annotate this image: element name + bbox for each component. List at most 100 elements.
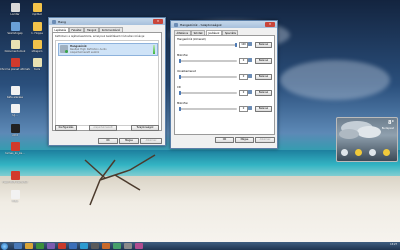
desktop-icon-image [10,86,20,95]
slider-thumb[interactable] [179,106,181,111]
mute-speaker-icon[interactable] [248,90,252,94]
desktop-icon-image [10,104,20,113]
title-bar[interactable]: Hang ✕ [49,18,165,25]
slider-thumb[interactable] [179,74,181,79]
desktop-icon[interactable]: cmd [0,124,30,137]
desktop-icon-label: mp3bol [32,13,42,16]
apply-button[interactable]: Alkalmaz [255,137,275,143]
level-slider[interactable] [179,92,237,94]
taskbar-app-button[interactable] [14,243,22,249]
desktop-icon[interactable]: Hiba [0,190,30,203]
mute-speaker-icon[interactable] [248,42,252,46]
taskbar-app-button[interactable] [80,243,88,249]
sound-dialog: Hang ✕ Lejátszás Felvétel Hangok Kommuni… [48,17,166,146]
desktop-icon-image [10,58,20,67]
desktop-icon[interactable]: Új... [0,104,30,117]
weather-gadget[interactable]: 8° Budapest [336,117,398,162]
taskbar-app-button[interactable] [47,243,55,249]
mute-speaker-icon[interactable] [248,58,252,62]
level-label: Mikrofon [177,54,189,57]
balance-button[interactable]: Balansz [255,105,272,112]
desktop-icon-image [10,171,20,180]
taskbar-app-button[interactable] [69,243,77,249]
ok-button[interactable]: OK [98,138,118,144]
taskbar-app-button[interactable] [135,243,143,249]
level-slider[interactable] [179,76,237,78]
mute-speaker-icon[interactable] [248,106,252,110]
balance-button[interactable]: Balansz [255,41,272,48]
balance-button[interactable]: Balansz [255,73,272,80]
temperature: 8° [388,120,394,126]
cloud-icon [341,149,348,156]
driftwood-image [84,154,156,206]
level-meter [153,45,155,54]
slider-thumb[interactable] [179,58,181,63]
desktop-icon-label: Flash MP3 Recorder [2,181,28,184]
desktop-icon[interactable]: mp3bol [22,3,52,16]
level-slider[interactable] [179,60,237,62]
taskbar: 13:27 [0,242,400,250]
device-item-speakers[interactable]: Hangszórók Realtek High Definition Audio… [58,43,158,56]
dialog-title: Hangszórók - tulajdonságok [180,23,222,27]
device-status: Alapértelmezett eszköz [70,51,100,54]
desktop-icon[interactable]: Flash MP3 Recorder [0,171,30,184]
cancel-button[interactable]: Mégse [235,137,254,143]
desktop-icon-image [10,40,20,49]
taskbar-app-button[interactable] [36,243,44,249]
check-icon [65,50,68,53]
cancel-button[interactable]: Mégse [119,138,139,144]
level-label: Vonalbemenet [177,70,196,73]
desktop-icon[interactable]: Kéfe elérése [0,86,30,99]
desktop-icon-label: Új... [12,114,18,117]
desktop-icon-image [10,22,20,31]
desktop-icon-image [10,142,20,151]
level-slider[interactable] [179,108,237,110]
level-value[interactable]: 0 [239,58,248,64]
set-default-button[interactable]: Alapértelmezett [89,125,117,131]
apply-button[interactable]: Alkalmaz [140,138,162,144]
mute-speaker-icon[interactable] [248,74,252,78]
desktop-icon-image [32,3,42,12]
level-value[interactable]: 100 [239,42,248,48]
slider-thumb[interactable] [235,42,237,47]
instruction-text: Kattintson a lejátszóeszközre, amelynek … [55,35,145,38]
level-slider[interactable] [179,44,237,46]
desktop-icon-label: cmd [12,134,18,137]
desktop-icon-image [10,3,20,12]
level-value[interactable]: 0 [239,90,248,96]
close-button[interactable]: ✕ [265,21,275,27]
desktop-icon-image [10,190,20,199]
level-value[interactable]: 0 [239,74,248,80]
taskbar-app-button[interactable] [124,243,132,249]
balance-button[interactable]: Balansz [255,57,272,64]
taskbar-app-button[interactable] [113,243,121,249]
taskbar-app-button[interactable] [25,243,33,249]
desktop-icon[interactable]: tamas_ko_ka... [0,142,30,155]
properties-button[interactable]: Tulajdonságok [131,125,159,131]
taskbar-app-button[interactable] [91,243,99,249]
speaker-icon [52,19,56,24]
location: Budapest [381,127,394,130]
desktop-icon-image [32,22,42,31]
ok-button[interactable]: OK [215,137,234,143]
dialog-title: Hang [58,20,66,24]
level-label: CD [177,86,181,89]
properties-dialog: Hangszórók - tulajdonságok ✕ Általános S… [170,20,278,149]
start-button[interactable] [1,242,8,250]
balance-button[interactable]: Balansz [255,89,272,96]
desktop-icon-image [32,40,42,49]
desktop-icon-image [10,124,20,133]
cloud-icon [369,149,376,156]
desktop-icon-label: Hiba [12,200,18,203]
close-button[interactable]: ✕ [153,18,163,24]
device-list[interactable]: Hangszórók Realtek High Definition Audio… [55,40,159,126]
speaker-icon [174,22,178,27]
title-bar[interactable]: Hangszórók - tulajdonságok ✕ [171,21,277,28]
clock[interactable]: 13:27 [390,243,397,246]
level-value[interactable]: 0 [239,106,248,112]
taskbar-app-button[interactable] [102,243,110,249]
configure-button[interactable]: Konfigurálás [55,125,77,131]
desktop: Lomtár mp3bol Számítógép 1. Hoppa Dokumentum… [0,0,400,242]
taskbar-app-button[interactable] [58,243,66,249]
slider-thumb[interactable] [179,90,181,95]
